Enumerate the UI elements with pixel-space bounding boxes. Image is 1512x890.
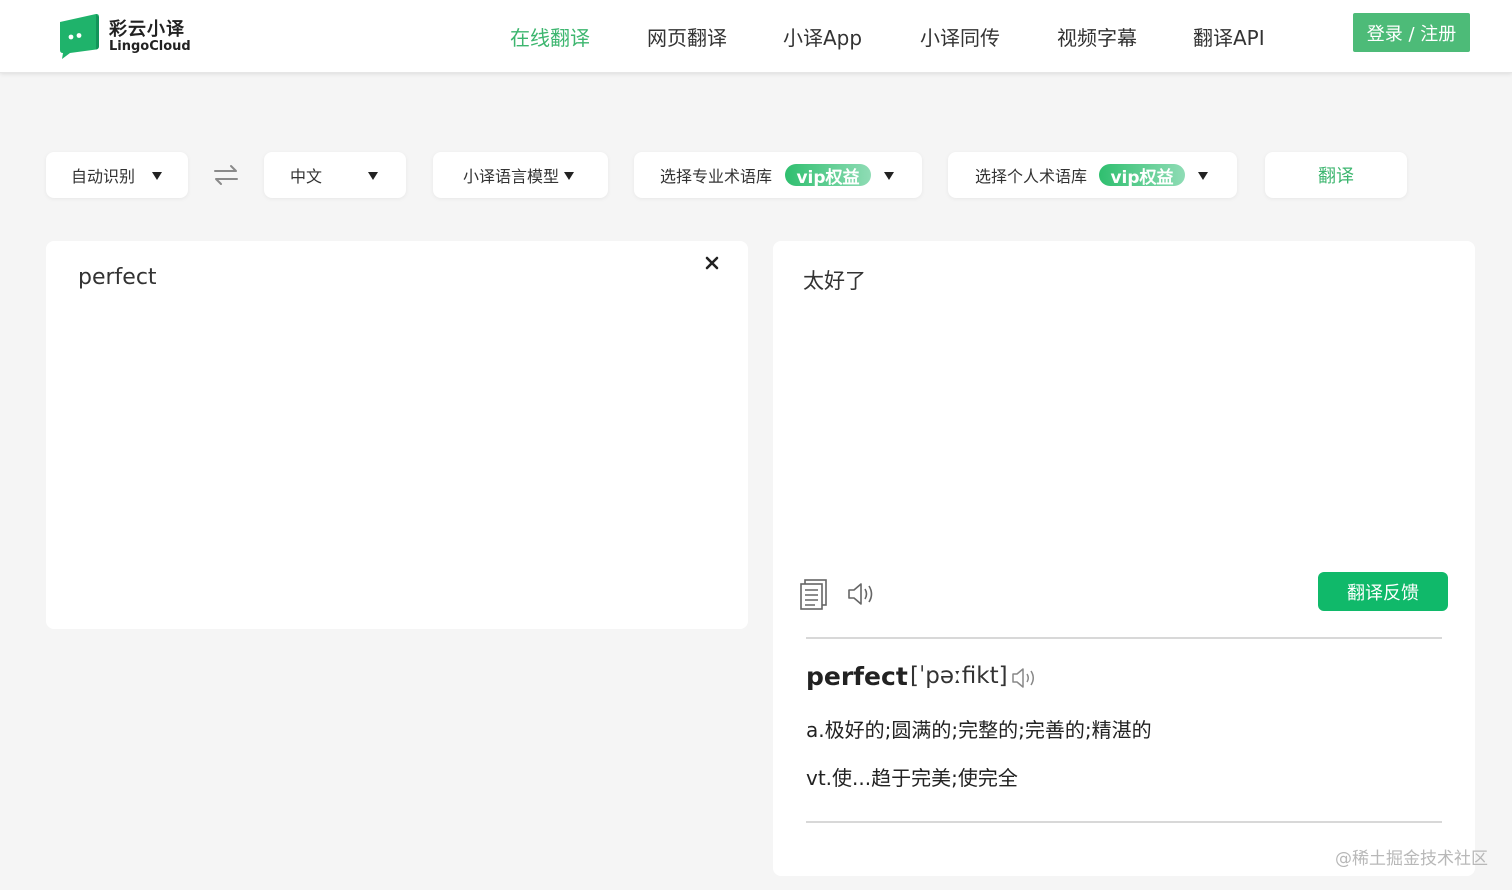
close-icon[interactable] (703, 254, 721, 272)
copy-icon[interactable] (799, 578, 829, 610)
chevron-down-icon (368, 172, 378, 180)
nav-api[interactable]: 翻译API (1193, 22, 1265, 51)
dictionary-word: perfect (806, 662, 908, 691)
dictionary-definition: a.极好的;圆满的;完整的;完善的;精湛的 (806, 718, 1152, 742)
watermark: @稀土掘金技术社区 (1335, 849, 1488, 869)
pro-glossary-select[interactable]: 选择专业术语库 vip权益 (634, 152, 922, 198)
target-language-select[interactable]: 中文 (264, 152, 406, 198)
speaker-icon[interactable] (846, 580, 878, 608)
chevron-down-icon (1198, 172, 1208, 180)
login-register-button[interactable]: 登录 / 注册 (1353, 13, 1470, 52)
chevron-down-icon (152, 172, 162, 180)
vip-badge: vip权益 (785, 164, 871, 188)
pronunciation-speaker-icon[interactable] (1011, 666, 1041, 690)
source-panel[interactable]: perfect (46, 241, 748, 629)
pro-glossary-label: 选择专业术语库 (660, 167, 773, 186)
chevron-down-icon (884, 172, 894, 180)
personal-glossary-select[interactable]: 选择个人术语库 vip权益 (948, 152, 1237, 198)
divider (806, 637, 1442, 639)
model-value: 小译语言模型 (463, 167, 560, 186)
target-language-value: 中文 (290, 167, 323, 186)
dictionary-phonetic: [ˈpəːfikt] (910, 663, 1008, 689)
translate-button[interactable]: 翻译 (1265, 152, 1407, 198)
nav-video-subtitles[interactable]: 视频字幕 (1057, 22, 1137, 51)
top-header: 彩云小译 LingoCloud 在线翻译 网页翻译 小译App 小译同传 视频字… (0, 0, 1512, 73)
source-textarea[interactable]: perfect (78, 265, 157, 290)
personal-glossary-label: 选择个人术语库 (975, 167, 1088, 186)
dictionary-definition: vt.使...趋于完美;使完全 (806, 766, 1018, 790)
chevron-down-icon (564, 172, 574, 180)
nav-app[interactable]: 小译App (783, 22, 862, 51)
target-panel: 太好了 翻译反馈 perfect [ˈpəːfikt] a.极好的;圆满的;完整… (773, 241, 1475, 876)
nav-web-translate[interactable]: 网页翻译 (647, 22, 727, 51)
translation-output: 太好了 (803, 269, 866, 293)
nav-online-translate[interactable]: 在线翻译 (510, 22, 590, 51)
swap-languages-icon[interactable] (212, 163, 240, 187)
main-nav: 在线翻译 网页翻译 小译App 小译同传 视频字幕 翻译API (0, 0, 1512, 73)
model-select[interactable]: 小译语言模型 (433, 152, 608, 198)
translation-feedback-button[interactable]: 翻译反馈 (1318, 572, 1448, 611)
source-language-value: 自动识别 (71, 167, 136, 186)
vip-badge: vip权益 (1099, 164, 1185, 188)
source-language-select[interactable]: 自动识别 (46, 152, 188, 198)
nav-simultaneous[interactable]: 小译同传 (920, 22, 1000, 51)
divider (806, 821, 1442, 823)
